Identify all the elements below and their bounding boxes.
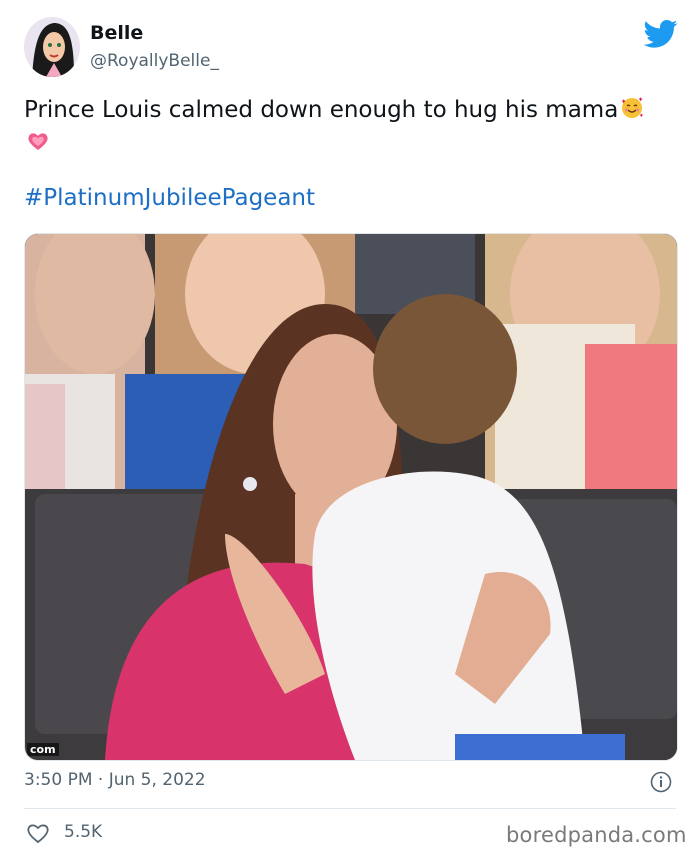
author-name[interactable]: Belle (90, 22, 143, 44)
heart-icon[interactable] (26, 822, 50, 844)
like-count[interactable]: 5.5K (64, 822, 102, 842)
hashtag-link[interactable]: #PlatinumJubileePageant (24, 185, 315, 211)
info-icon[interactable] (650, 771, 672, 793)
timestamp[interactable]: 3:50 PM · Jun 5, 2022 (24, 770, 206, 790)
tweet-photo[interactable]: com (24, 233, 678, 761)
divider (24, 808, 676, 809)
tweet-card: Belle @RoyallyBelle_ Prince Louis calmed… (0, 0, 700, 862)
twitter-bird-icon[interactable] (643, 19, 678, 49)
smiling-face-with-hearts-icon (620, 96, 644, 120)
growing-heart-icon (26, 129, 50, 153)
tweet-text-body: Prince Louis calmed down enough to hug h… (24, 97, 619, 123)
image-watermark: com (27, 743, 59, 756)
author-handle[interactable]: @RoyallyBelle_ (90, 51, 219, 71)
tweet-text: Prince Louis calmed down enough to hug h… (24, 94, 664, 160)
brand-watermark: boredpanda.com (506, 823, 687, 847)
avatar[interactable] (24, 17, 80, 77)
